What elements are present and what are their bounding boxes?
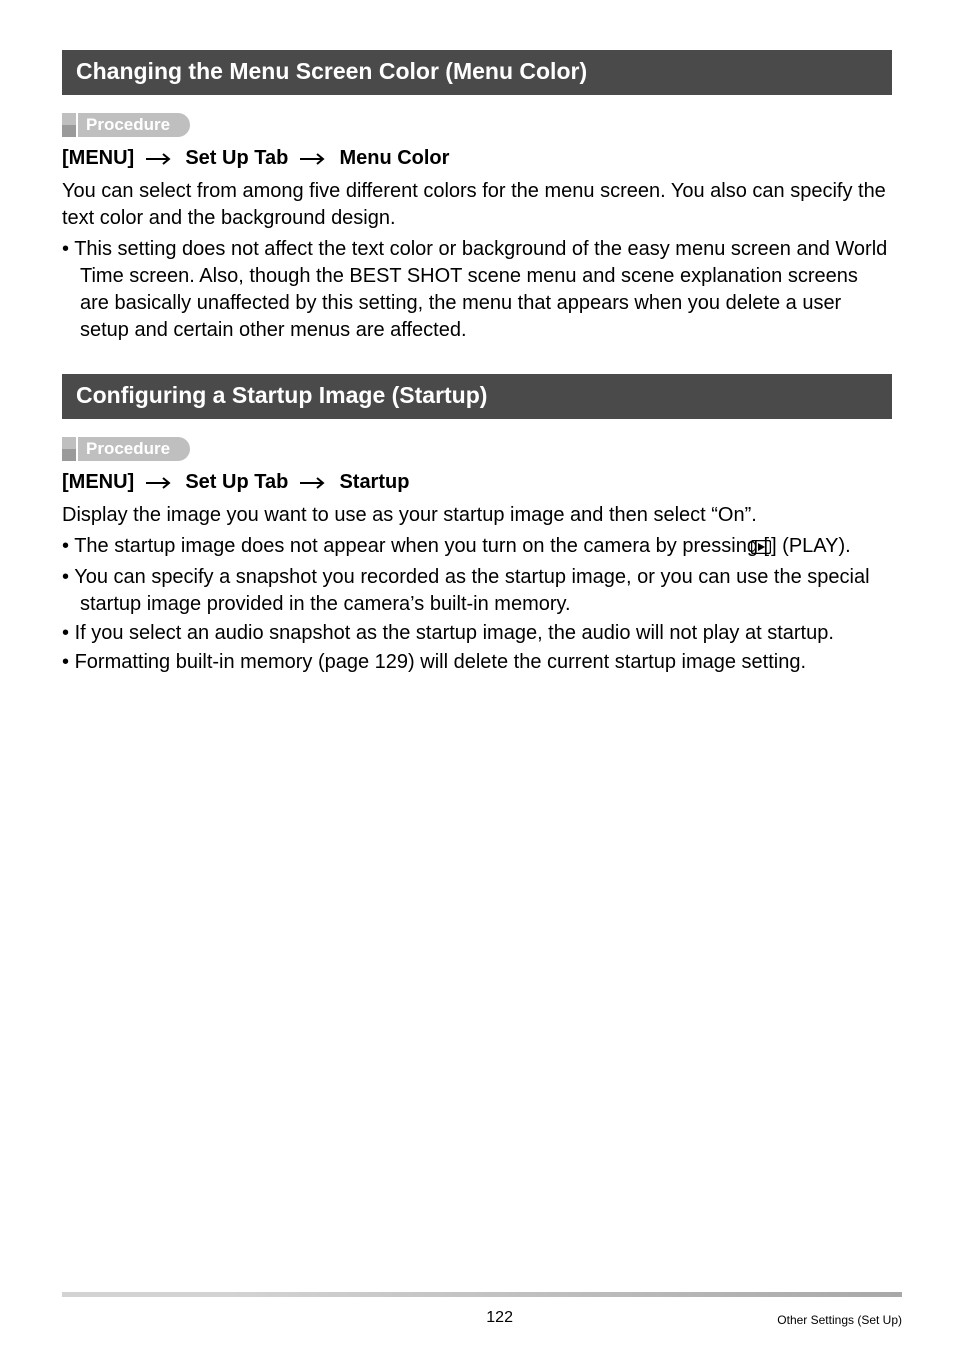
bullet-item: This setting does not affect the text co… bbox=[62, 236, 892, 344]
nav-segment: Set Up Tab bbox=[185, 147, 288, 169]
section-heading-menu-color: Changing the Menu Screen Color (Menu Col… bbox=[62, 50, 892, 95]
procedure-label-row: Procedure bbox=[62, 437, 892, 461]
procedure-marker-icon bbox=[62, 437, 76, 461]
procedure-label-row: Procedure bbox=[62, 113, 892, 137]
nav-segment: [MENU] bbox=[62, 471, 134, 493]
nav-segment: Set Up Tab bbox=[185, 471, 288, 493]
footer-section-label: Other Settings (Set Up) bbox=[777, 1313, 902, 1327]
bullet-item: You can specify a snapshot you recorded … bbox=[62, 564, 892, 618]
nav-segment: [MENU] bbox=[62, 147, 134, 169]
arrow-right-icon bbox=[300, 153, 328, 165]
arrow-right-icon bbox=[146, 153, 174, 165]
bullet-text-pre: The startup image does not appear when y… bbox=[74, 535, 769, 557]
intro-paragraph: Display the image you want to use as you… bbox=[62, 502, 892, 529]
section-heading-startup: Configuring a Startup Image (Startup) bbox=[62, 374, 892, 419]
arrow-right-icon bbox=[300, 477, 328, 489]
page-number: 122 bbox=[222, 1309, 777, 1327]
bullet-item: If you select an audio snapshot as the s… bbox=[62, 620, 892, 647]
nav-segment: Startup bbox=[339, 471, 409, 493]
menu-path-startup: [MENU] Set Up Tab Startup bbox=[62, 471, 892, 494]
menu-path-menu-color: [MENU] Set Up Tab Menu Color bbox=[62, 147, 892, 170]
bullet-item: The startup image does not appear when y… bbox=[62, 533, 892, 562]
footer-divider bbox=[62, 1292, 902, 1297]
procedure-marker-icon bbox=[62, 113, 76, 137]
procedure-pill: Procedure bbox=[78, 113, 190, 137]
bullet-item: Formatting built-in memory (page 129) wi… bbox=[62, 649, 892, 676]
page-footer: 122 Other Settings (Set Up) bbox=[62, 1292, 902, 1327]
bullet-text-post: ] (PLAY). bbox=[771, 535, 851, 557]
procedure-pill: Procedure bbox=[78, 437, 190, 461]
intro-paragraph: You can select from among five different… bbox=[62, 178, 892, 232]
nav-segment: Menu Color bbox=[339, 147, 449, 169]
arrow-right-icon bbox=[146, 477, 174, 489]
